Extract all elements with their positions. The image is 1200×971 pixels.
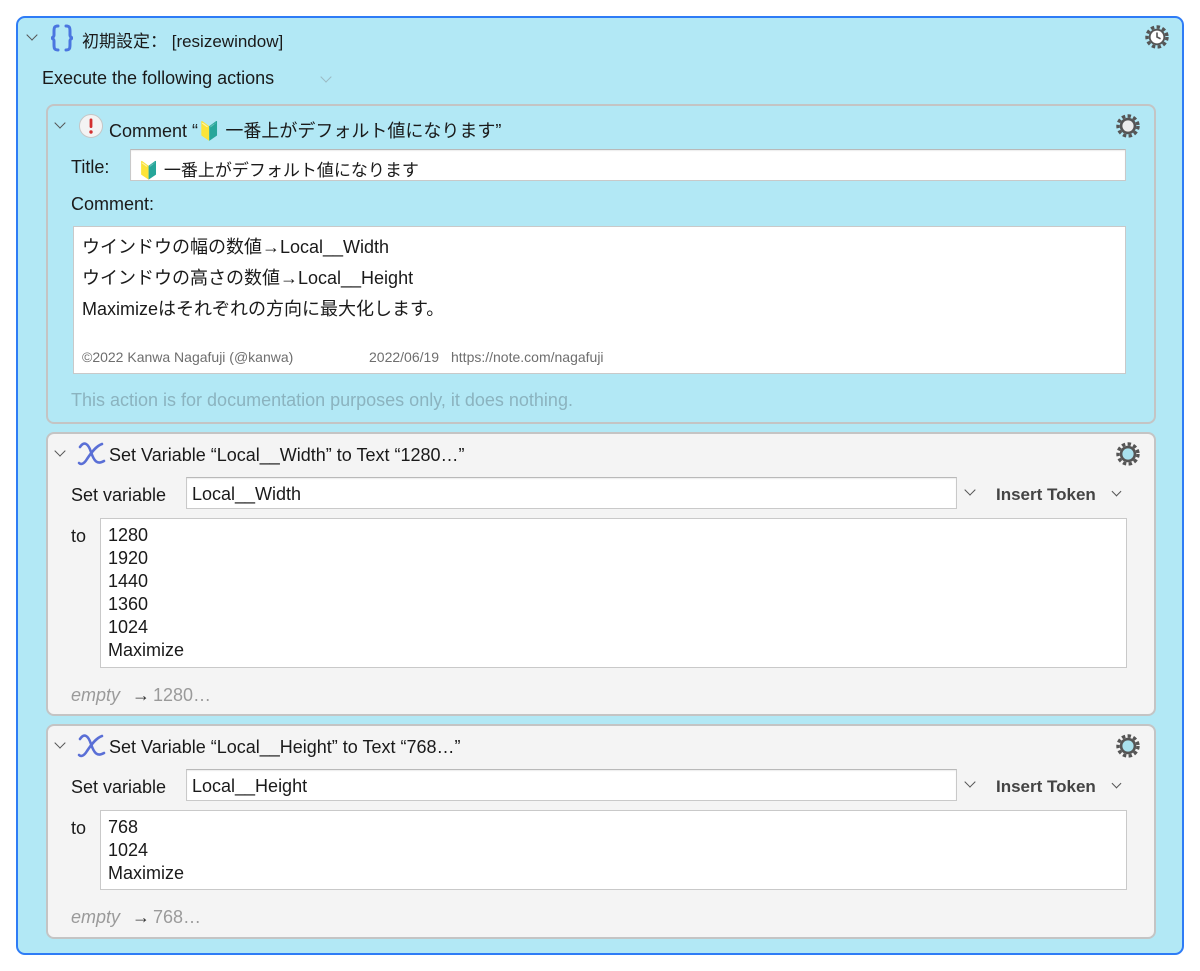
comment-credit: ©2022 Kanwa Nagafuji (@kanwa)	[82, 349, 294, 365]
set-variable-label: Set variable	[71, 485, 167, 505]
comment-line: ウインドウの高さの数値→Local__Height	[82, 268, 414, 288]
insert-token-chevron-icon[interactable]	[1111, 486, 1122, 497]
variable-name-field[interactable]: Local__Height	[186, 769, 957, 801]
group-title: 初期設定： [resizewindow]	[82, 32, 284, 51]
comment-line: ウインドウの幅の数値→Local__Width	[82, 237, 390, 257]
variable-name-dropdown-icon[interactable]	[964, 776, 976, 788]
text-value-line: 1024	[108, 840, 149, 860]
title-label: Title:	[71, 157, 110, 177]
execute-label: Execute the following actions	[42, 68, 275, 88]
set-variable-width-action: Set Variable “Local__Width” to Text “128…	[46, 432, 1156, 716]
text-value-line: 768	[108, 817, 139, 837]
set-variable-header: Set Variable “Local__Width” to Text “128…	[109, 445, 465, 465]
to-label: to	[71, 526, 87, 546]
collapse-chevron-icon[interactable]	[54, 737, 66, 749]
text-value-field[interactable]: 768 1024 Maximize	[100, 810, 1127, 890]
title-field[interactable]: 🔰 一番上がデフォルト値になります	[130, 149, 1126, 181]
collapse-chevron-icon[interactable]	[54, 445, 66, 457]
summary-value: 1280…	[153, 685, 212, 705]
exclamation-circle-icon	[79, 114, 103, 138]
gear-icon[interactable]	[1113, 439, 1143, 469]
text-value-line: 1024	[108, 617, 149, 637]
summary-empty: empty	[71, 685, 121, 705]
variable-x-icon	[77, 734, 106, 758]
to-label: to	[71, 818, 87, 838]
insert-token-chevron-icon[interactable]	[1111, 778, 1122, 789]
variable-name-value: Local__Height	[192, 776, 308, 796]
comment-header: Comment “🔰 一番上がデフォルト値になります”	[109, 121, 502, 141]
comment-field[interactable]: ウインドウの幅の数値→Local__Width ウインドウの高さの数値→Loca…	[73, 226, 1126, 374]
variable-name-field[interactable]: Local__Width	[186, 477, 957, 509]
comment-date: 2022/06/19	[369, 349, 440, 365]
gear-icon[interactable]	[1113, 111, 1143, 141]
group-action: 初期設定： [resizewindow] Execute the followi…	[16, 16, 1184, 955]
text-value-line: 1440	[108, 571, 149, 591]
comment-label: Comment:	[71, 194, 155, 214]
documentation-note: This action is for documentation purpose…	[71, 390, 573, 410]
text-value-line: 1920	[108, 548, 149, 568]
text-value-line: Maximize	[108, 640, 185, 660]
comment-url: https://note.com/nagafuji	[451, 349, 604, 365]
gear-icon[interactable]	[1113, 731, 1143, 761]
curly-braces-icon	[50, 24, 74, 52]
collapse-chevron-icon[interactable]	[26, 29, 38, 41]
summary-arrow: →	[132, 685, 150, 705]
text-value-field[interactable]: 1280 1920 1440 1360 1024 Maximize	[100, 518, 1127, 668]
comment-line: Maximizeはそれぞれの方向に最大化します。	[82, 299, 445, 319]
variable-name-value: Local__Width	[192, 484, 302, 504]
variable-x-icon	[77, 442, 106, 466]
title-value: 🔰 一番上がデフォルト値になります	[138, 161, 419, 180]
execute-mode-chevron-icon[interactable]	[320, 71, 332, 83]
text-value-line: 1360	[108, 594, 149, 614]
text-value-line: Maximize	[108, 863, 185, 883]
set-variable-label: Set variable	[71, 777, 167, 797]
insert-token-button[interactable]: Insert Token	[996, 777, 1096, 797]
set-variable-height-action: Set Variable “Local__Height” to Text “76…	[46, 724, 1156, 939]
insert-token-button[interactable]: Insert Token	[996, 485, 1096, 505]
comment-action: Comment “🔰 一番上がデフォルト値になります” Title: 🔰 一番上…	[46, 104, 1156, 424]
summary-arrow: →	[132, 907, 150, 927]
variable-name-dropdown-icon[interactable]	[964, 484, 976, 496]
text-value-line: 1280	[108, 525, 149, 545]
collapse-chevron-icon[interactable]	[54, 117, 66, 129]
summary-value: 768…	[153, 907, 202, 927]
gear-clock-icon[interactable]	[1142, 22, 1172, 52]
summary-empty: empty	[71, 907, 121, 927]
set-variable-header: Set Variable “Local__Height” to Text “76…	[109, 737, 461, 757]
